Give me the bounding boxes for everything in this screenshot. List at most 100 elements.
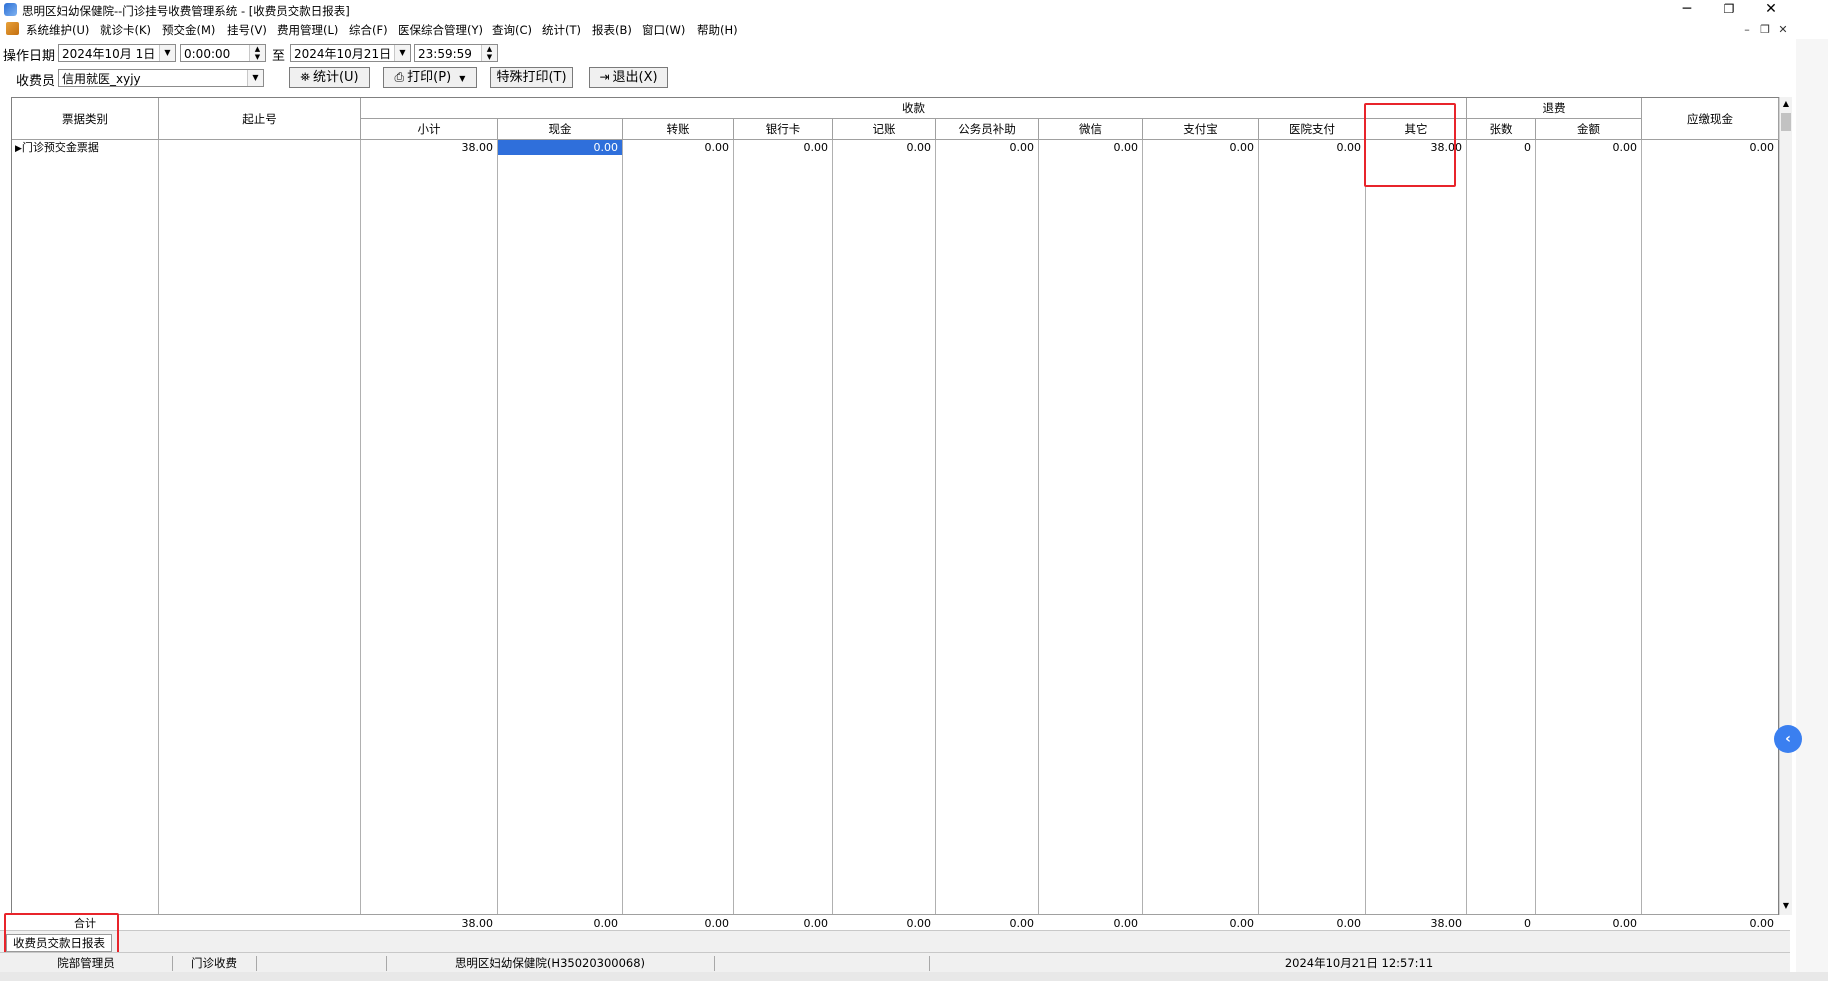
cell-account[interactable]: 0.00 bbox=[833, 140, 935, 155]
total-account: 0.00 bbox=[906, 917, 932, 930]
menu-card[interactable]: 就诊卡(K) bbox=[100, 22, 151, 38]
chevron-down-icon[interactable]: ▼ bbox=[247, 70, 263, 86]
total-bank-card: 0.00 bbox=[803, 917, 829, 930]
app-icon bbox=[4, 3, 17, 16]
scroll-thumb[interactable] bbox=[1781, 113, 1791, 131]
cell-transfer[interactable]: 0.00 bbox=[623, 140, 733, 155]
cell-wechat[interactable]: 0.00 bbox=[1039, 140, 1142, 155]
col-header-account[interactable]: 记账 bbox=[833, 119, 936, 140]
col-header-civil-subsidy[interactable]: 公务员补助 bbox=[936, 119, 1039, 140]
special-print-button-label: 特殊打印(T) bbox=[496, 70, 567, 85]
scroll-down-icon[interactable]: ▼ bbox=[1781, 899, 1791, 913]
col-header-wechat[interactable]: 微信 bbox=[1039, 119, 1143, 140]
cell-cash[interactable]: 0.00 bbox=[498, 140, 622, 155]
col-header-refund-amount[interactable]: 金额 bbox=[1536, 119, 1642, 140]
cashier-label: 收费员 bbox=[16, 74, 56, 89]
col-header-transfer[interactable]: 转账 bbox=[623, 119, 734, 140]
menu-insurance[interactable]: 医保综合管理(Y) bbox=[398, 22, 483, 38]
chevron-left-icon[interactable]: ‹ bbox=[1774, 725, 1802, 753]
to-label: 至 bbox=[272, 49, 286, 64]
taskbar-strip bbox=[0, 972, 1828, 981]
cell-refund-amount[interactable]: 0.00 bbox=[1536, 140, 1641, 155]
mdi-close-button[interactable]: ✕ bbox=[1774, 22, 1792, 38]
spin-icon[interactable]: ▲ ▼ bbox=[249, 45, 265, 61]
column-divider bbox=[497, 140, 498, 914]
print-button-label: 打印(P) bbox=[407, 70, 452, 85]
column-divider bbox=[1466, 140, 1467, 914]
total-other: 38.00 bbox=[1430, 917, 1463, 930]
menu-general[interactable]: 综合(F) bbox=[349, 22, 388, 38]
vertical-scrollbar[interactable]: ▲ ▼ bbox=[1779, 97, 1792, 915]
time-from-field[interactable]: 0:00:00 ▲ ▼ bbox=[180, 44, 266, 62]
cell-refund-count[interactable]: 0 bbox=[1467, 140, 1535, 155]
col-header-payable-cash[interactable]: 应缴现金 bbox=[1642, 98, 1779, 140]
report-grid[interactable]: 票据类别 起止号 收款 退费 应缴现金 小计 现金 转账 银行卡 记账 公务员补… bbox=[11, 97, 1779, 930]
menu-help[interactable]: 帮助(H) bbox=[697, 22, 738, 38]
total-transfer: 0.00 bbox=[704, 917, 730, 930]
cell-start-no[interactable] bbox=[159, 140, 360, 155]
menu-deposit[interactable]: 预交金(M) bbox=[162, 22, 215, 38]
chevron-down-icon[interactable]: ▼ bbox=[394, 45, 410, 61]
menu-window[interactable]: 窗口(W) bbox=[642, 22, 685, 38]
status-bar: 院部管理员 门诊收费 思明区妇幼保健院(H35020300068) 2024年1… bbox=[0, 952, 1790, 973]
cell-subtotal[interactable]: 38.00 bbox=[361, 140, 497, 155]
col-header-hospital-pay[interactable]: 医院支付 bbox=[1259, 119, 1366, 140]
cell-bank-card[interactable]: 0.00 bbox=[734, 140, 832, 155]
column-divider bbox=[1258, 140, 1259, 914]
col-header-refund-count[interactable]: 张数 bbox=[1467, 119, 1536, 140]
cashier-value: 信用就医_xyjy bbox=[62, 72, 141, 86]
date-from-value: 2024年10月 1日 bbox=[62, 47, 156, 61]
col-header-bank-card[interactable]: 银行卡 bbox=[734, 119, 833, 140]
mdi-minimize-button[interactable]: – bbox=[1738, 22, 1756, 38]
exit-door-icon: ⇥ bbox=[599, 70, 610, 84]
column-divider bbox=[1038, 140, 1039, 914]
cell-payable-cash[interactable]: 0.00 bbox=[1642, 140, 1778, 155]
total-hospital-pay: 0.00 bbox=[1336, 917, 1362, 930]
special-print-button[interactable]: 特殊打印(T) bbox=[490, 67, 573, 88]
column-divider bbox=[733, 140, 734, 914]
chevron-down-icon: ▼ bbox=[459, 74, 466, 83]
menu-system[interactable]: 系统维护(U) bbox=[26, 22, 89, 38]
restore-button[interactable]: ❐ bbox=[1706, 0, 1752, 20]
close-button[interactable]: ✕ bbox=[1748, 0, 1794, 20]
column-divider bbox=[1365, 140, 1366, 914]
status-hospital: 思明区妇幼保健院(H35020300068) bbox=[386, 956, 715, 971]
window-title: 思明区妇幼保健院--门诊挂号收费管理系统 - [收费员交款日报表] bbox=[22, 4, 350, 18]
col-header-alipay[interactable]: 支付宝 bbox=[1143, 119, 1259, 140]
stat-button[interactable]: ⛯ 统计(U) bbox=[289, 67, 370, 88]
mdi-restore-button[interactable]: ❐ bbox=[1756, 22, 1774, 38]
scroll-up-icon[interactable]: ▲ bbox=[1781, 97, 1791, 111]
spin-icon[interactable]: ▲ ▼ bbox=[481, 45, 497, 61]
cell-civil-subsidy[interactable]: 0.00 bbox=[936, 140, 1038, 155]
row-indicator-icon: ▶门诊预交金票据 bbox=[15, 141, 99, 154]
highlight-other-column bbox=[1364, 103, 1456, 187]
col-header-cash[interactable]: 现金 bbox=[498, 119, 623, 140]
col-header-start-no[interactable]: 起止号 bbox=[159, 98, 361, 140]
menu-statistics[interactable]: 统计(T) bbox=[542, 22, 581, 38]
cell-hospital-pay[interactable]: 0.00 bbox=[1259, 140, 1365, 155]
total-subtotal: 38.00 bbox=[461, 917, 494, 930]
column-divider bbox=[158, 140, 159, 914]
chevron-down-icon[interactable]: ▼ bbox=[159, 45, 175, 61]
time-to-field[interactable]: 23:59:59 ▲ ▼ bbox=[414, 44, 498, 62]
column-divider bbox=[622, 140, 623, 914]
exit-button[interactable]: ⇥ 退出(X) bbox=[589, 67, 668, 88]
minimize-button[interactable]: ─ bbox=[1664, 0, 1710, 20]
total-alipay: 0.00 bbox=[1229, 917, 1255, 930]
cashier-select[interactable]: 信用就医_xyjy ▼ bbox=[58, 69, 264, 87]
group-header-refund: 退费 bbox=[1467, 98, 1642, 119]
total-refund-amount: 0.00 bbox=[1612, 917, 1638, 930]
col-header-type[interactable]: 票据类别 bbox=[12, 98, 159, 140]
col-header-subtotal[interactable]: 小计 bbox=[361, 119, 498, 140]
date-to-field[interactable]: 2024年10月21日 ▼ bbox=[290, 44, 411, 62]
status-user: 院部管理员 bbox=[0, 956, 173, 971]
menu-app-icon bbox=[6, 22, 19, 35]
date-to-value: 2024年10月21日 bbox=[294, 47, 392, 61]
menu-query[interactable]: 查询(C) bbox=[492, 22, 532, 38]
date-from-field[interactable]: 2024年10月 1日 ▼ bbox=[58, 44, 176, 62]
menu-reports[interactable]: 报表(B) bbox=[592, 22, 632, 38]
print-button[interactable]: ⎙ 打印(P) ▼ bbox=[383, 67, 477, 88]
menu-fees[interactable]: 费用管理(L) bbox=[277, 22, 338, 38]
cell-alipay[interactable]: 0.00 bbox=[1143, 140, 1258, 155]
menu-register[interactable]: 挂号(V) bbox=[227, 22, 267, 38]
